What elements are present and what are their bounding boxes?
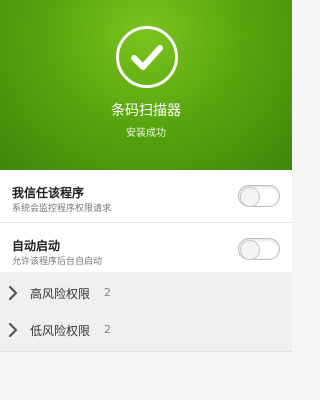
low-risk-label: 低风险权限 xyxy=(30,324,91,338)
high-risk-count: 2 xyxy=(104,286,111,299)
autostart-row[interactable]: 自动启动 允许该程序后台自启动 xyxy=(0,223,292,276)
install-status: 安装成功 xyxy=(126,128,166,139)
autostart-subtitle: 允许该程序后台自启动 xyxy=(12,257,103,267)
toggle-knob xyxy=(240,240,260,260)
chevron-right-icon xyxy=(8,285,18,301)
app-name: 条码扫描器 xyxy=(111,103,181,119)
install-result-header: 条码扫描器 安装成功 xyxy=(0,0,292,170)
low-risk-count: 2 xyxy=(104,323,111,336)
trust-app-row[interactable]: 我信任该程序 系统会监控程序权限请求 xyxy=(0,170,292,223)
success-check-icon xyxy=(116,26,178,88)
high-risk-label: 高风险权限 xyxy=(30,287,91,301)
trust-app-title: 我信任该程序 xyxy=(12,186,85,200)
trust-app-toggle[interactable] xyxy=(238,185,280,207)
low-risk-permissions-row[interactable]: 低风险权限 2 xyxy=(0,309,292,352)
trust-app-subtitle: 系统会监控程序权限请求 xyxy=(12,204,112,214)
autostart-toggle[interactable] xyxy=(238,238,280,260)
chevron-right-icon xyxy=(8,322,18,338)
autostart-title: 自动启动 xyxy=(12,239,61,253)
toggle-knob xyxy=(240,187,260,207)
